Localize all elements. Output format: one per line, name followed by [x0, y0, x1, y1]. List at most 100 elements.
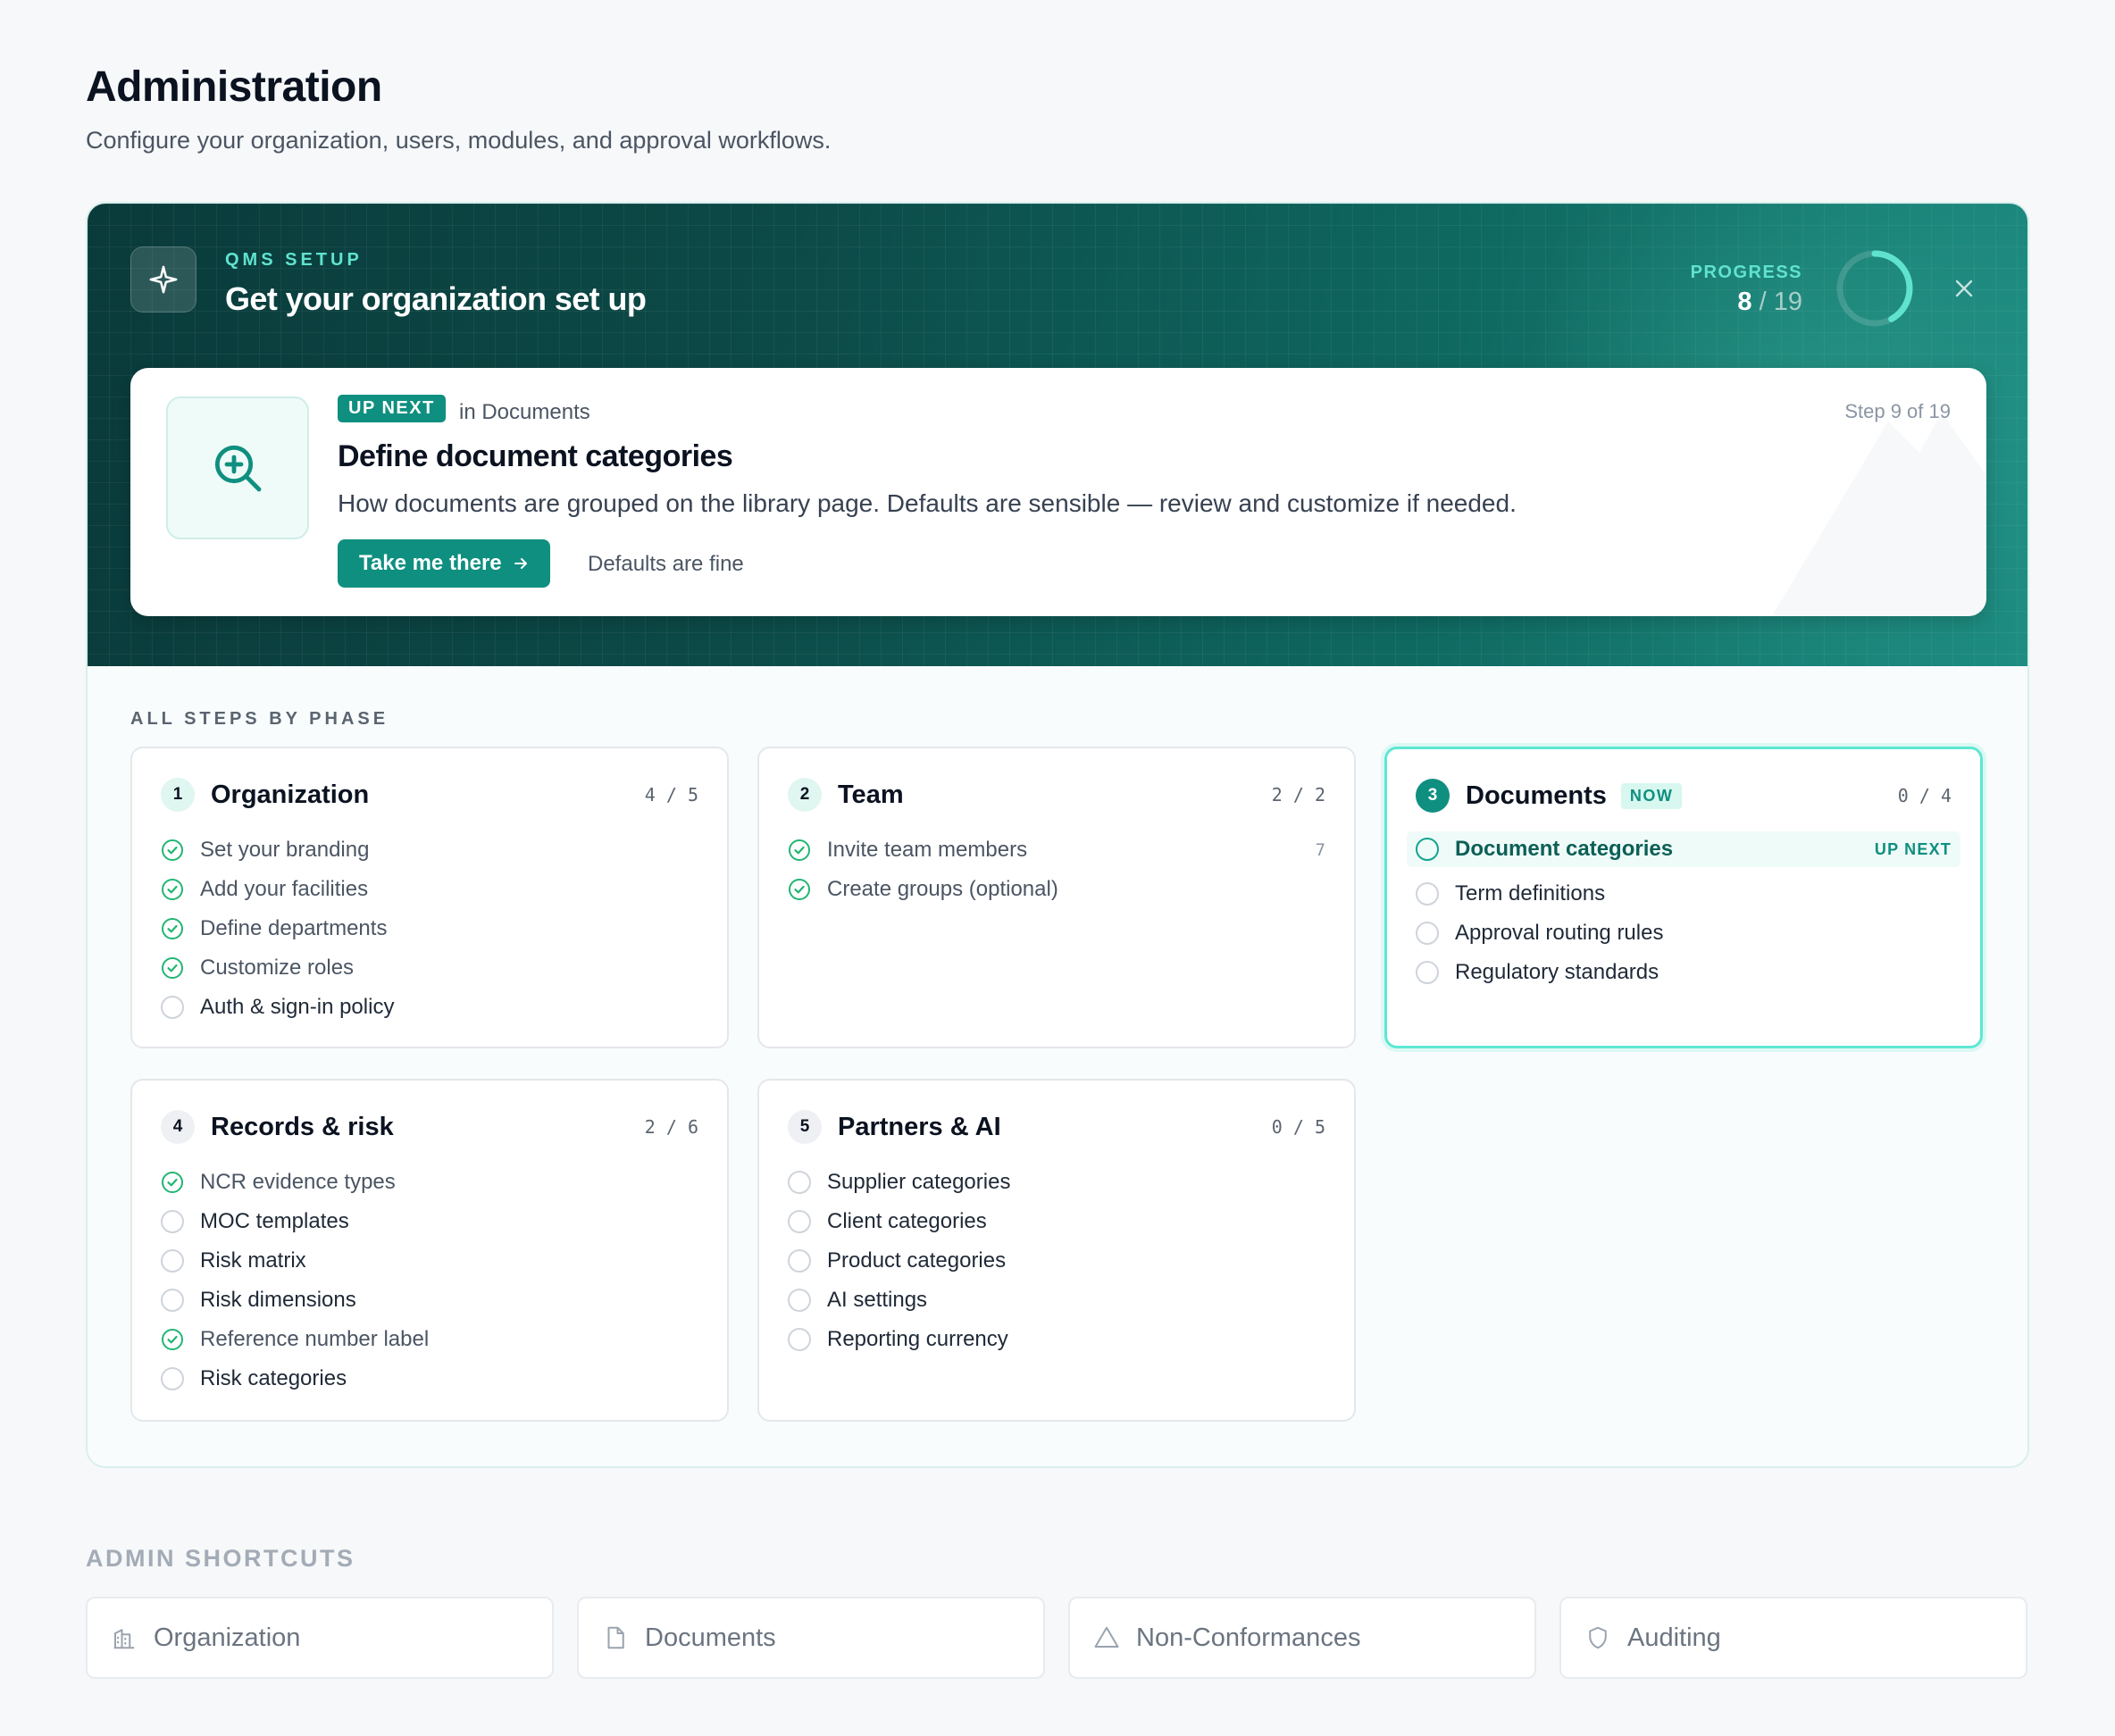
progress-total: / 19	[1759, 288, 1802, 316]
up-next-tag: UP NEXT	[1874, 839, 1952, 858]
step-label: Reference number label	[200, 1327, 430, 1351]
phase-number: 2	[788, 778, 822, 812]
phase-step-item[interactable]: Regulatory standards	[1416, 953, 1952, 992]
phase-number: 5	[788, 1110, 822, 1144]
phase-steps: Set your branding Add your facilities Defi…	[161, 830, 698, 1027]
building-icon	[113, 1629, 135, 1649]
step-label: Define departments	[200, 916, 388, 940]
phase-step-item[interactable]: Auth & sign-in policy	[161, 988, 698, 1027]
step-count: 7	[1315, 840, 1325, 860]
next-step-title: Define document categories	[338, 439, 733, 473]
step-label: MOC templates	[200, 1209, 349, 1233]
empty-circle-icon	[1416, 922, 1439, 945]
check-circle-icon	[162, 957, 183, 979]
phase-steps: NCR evidence types MOC templates Risk matr…	[161, 1163, 698, 1398]
phase-step-item[interactable]: Customize roles	[161, 948, 698, 988]
check-circle-icon	[162, 918, 183, 939]
check-circle-icon	[162, 839, 183, 861]
phase-step-item[interactable]: Add your facilities	[161, 870, 698, 909]
shortcut-label: Non-Conformances	[1136, 1623, 1361, 1652]
empty-circle-icon	[788, 1210, 811, 1233]
step-label: Risk dimensions	[200, 1288, 356, 1312]
warning-triangle-icon	[1094, 1626, 1119, 1648]
empty-circle-icon	[161, 1289, 184, 1312]
phase-number: 1	[161, 778, 195, 812]
phase-step-item[interactable]: Client categories	[788, 1202, 1325, 1241]
phase-step-item[interactable]: Risk categories	[161, 1359, 698, 1398]
phase-step-item[interactable]: Term definitions	[1416, 874, 1952, 914]
now-badge: NOW	[1620, 782, 1683, 809]
step-label: Risk categories	[200, 1366, 347, 1390]
page-title: Administration	[86, 63, 382, 111]
phase-count: 4 / 5	[644, 784, 698, 805]
take-me-there-button[interactable]: Take me there	[338, 539, 550, 588]
empty-circle-icon	[788, 1289, 811, 1312]
phase-name: Records & risk	[211, 1112, 394, 1141]
defaults-fine-button[interactable]: Defaults are fine	[588, 552, 744, 577]
step-label: Customize roles	[200, 956, 355, 980]
phase-count: 0 / 4	[1897, 785, 1952, 806]
check-circle-icon	[162, 1172, 183, 1193]
shortcut-organization[interactable]: Organization	[86, 1597, 554, 1679]
step-label: Product categories	[827, 1248, 1007, 1273]
phase-count: 2 / 6	[644, 1116, 698, 1138]
empty-circle-icon	[1416, 961, 1439, 984]
phase-step-item[interactable]: Set your branding	[161, 830, 698, 870]
phase-step-item[interactable]: Approval routing rules	[1416, 914, 1952, 953]
step-label: Add your facilities	[200, 877, 369, 901]
phase-step-item[interactable]: Document categories UP NEXT	[1407, 831, 1960, 867]
setup-panel: QMS SETUP Get your organization set up P…	[86, 202, 2029, 1468]
empty-circle-icon	[1416, 838, 1439, 861]
setup-kicker: QMS SETUP	[225, 250, 363, 270]
phase-step-item[interactable]: Create groups (optional)	[788, 870, 1325, 909]
document-icon	[607, 1626, 624, 1649]
step-label: Client categories	[827, 1209, 987, 1233]
phase-step-item[interactable]: NCR evidence types	[161, 1163, 698, 1202]
admin-page: Administration Configure your organizati…	[86, 59, 2029, 1679]
phase-steps: Invite team members 7 Create groups (optio…	[788, 830, 1325, 909]
phase-name: Organization	[211, 780, 370, 809]
take-me-there-label: Take me there	[359, 551, 502, 575]
step-context: in Documents	[459, 400, 590, 424]
shield-icon	[1589, 1626, 1607, 1649]
page-subtitle: Configure your organization, users, modu…	[86, 127, 832, 154]
phase-name: Documents	[1466, 780, 1607, 810]
step-label: Term definitions	[1455, 881, 1606, 906]
shortcut-documents[interactable]: Documents	[577, 1597, 1045, 1679]
empty-circle-icon	[161, 1249, 184, 1273]
next-step-description: How documents are grouped on the library…	[338, 489, 1517, 517]
phases-heading: ALL STEPS BY PHASE	[130, 709, 389, 729]
check-circle-icon	[789, 879, 810, 900]
phase-step-item[interactable]: Risk matrix	[161, 1241, 698, 1281]
phase-step-item[interactable]: Invite team members 7	[788, 830, 1325, 870]
up-next-badge: UP NEXT	[338, 395, 446, 422]
phase-step-item[interactable]: AI settings	[788, 1281, 1325, 1320]
step-label: Create groups (optional)	[827, 877, 1058, 901]
shortcut-non-conformances[interactable]: Non-Conformances	[1068, 1597, 1536, 1679]
setup-title: Get your organization set up	[225, 280, 647, 317]
shortcut-label: Documents	[645, 1623, 776, 1652]
shortcut-auditing[interactable]: Auditing	[1559, 1597, 2027, 1679]
phase-name: Partners & AI	[838, 1112, 1001, 1141]
step-label: Invite team members	[827, 838, 1028, 862]
step-label: AI settings	[827, 1288, 928, 1312]
arrow-right-icon	[514, 558, 527, 569]
phase-steps: Supplier categories Client categories Prod…	[788, 1163, 1325, 1359]
phase-step-item[interactable]: Reporting currency	[788, 1320, 1325, 1359]
phase-step-item[interactable]: Supplier categories	[788, 1163, 1325, 1202]
step-label: Document categories	[1455, 837, 1674, 861]
phase-name: Team	[838, 780, 904, 809]
sparkle-icon	[130, 246, 196, 313]
phase-step-item[interactable]: Risk dimensions	[161, 1281, 698, 1320]
step-of-label: Step 9 of 19	[1844, 400, 1951, 422]
phase-step-item[interactable]: Define departments	[161, 909, 698, 948]
phase-step-item[interactable]: Product categories	[788, 1241, 1325, 1281]
empty-circle-icon	[161, 1210, 184, 1233]
phase-step-item[interactable]: Reference number label	[161, 1320, 698, 1359]
step-label: Risk matrix	[200, 1248, 306, 1273]
step-label: Reporting currency	[827, 1327, 1008, 1351]
check-circle-icon	[789, 839, 810, 861]
phase-count: 2 / 2	[1271, 784, 1325, 805]
close-icon[interactable]	[1949, 273, 1979, 304]
phase-step-item[interactable]: MOC templates	[161, 1202, 698, 1241]
